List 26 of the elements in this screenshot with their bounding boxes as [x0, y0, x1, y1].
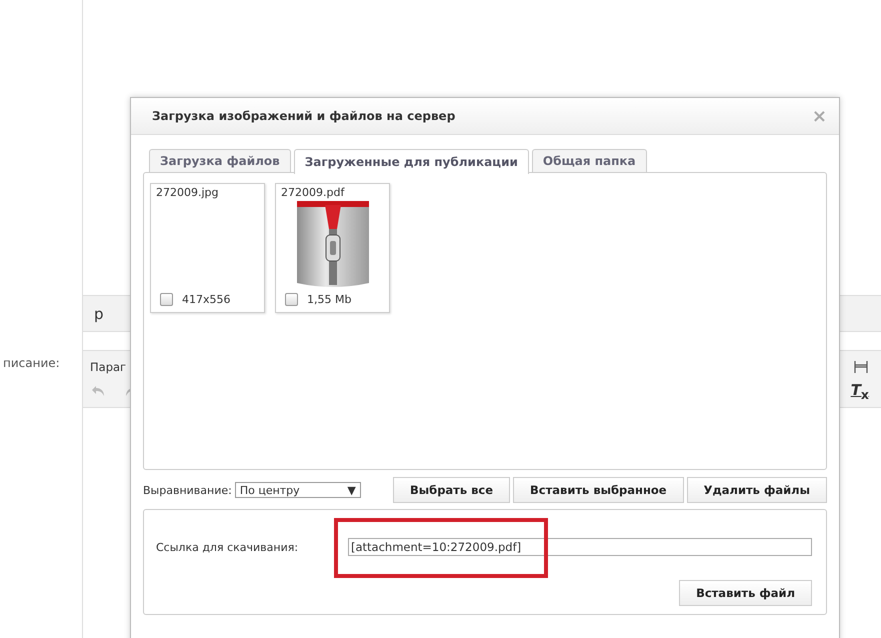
format-dropdown[interactable]: Параг [90, 360, 126, 374]
checkbox[interactable] [285, 293, 298, 306]
alignment-label: Выравнивание: [143, 484, 232, 496]
element-path: p [94, 304, 104, 322]
remove-format-icon[interactable]: T$_{x}$ [850, 380, 869, 402]
action-button[interactable]: Удалить файлы [686, 477, 827, 503]
file-info: 417x556 [182, 293, 231, 306]
field-label: писание: [3, 356, 60, 370]
checkbox[interactable] [160, 293, 173, 306]
link-label: Ссылка для скачивания: [156, 540, 300, 554]
action-button[interactable]: Вставить выбранное [513, 477, 684, 503]
link-field[interactable]: [attachment=10:272009.pdf] [348, 538, 812, 556]
insert-file-button[interactable]: Вставить файл [679, 580, 812, 606]
file-info: 1,55 Mb [307, 293, 352, 306]
alignment-select[interactable]: По центру ▼ [234, 482, 361, 498]
dialog-title: Загрузка изображений и файлов на сервер [152, 109, 456, 123]
tab[interactable]: Общая папка [532, 149, 647, 172]
file-name: 272009.pdf [281, 186, 346, 199]
horizontal-line-icon[interactable] [853, 359, 869, 375]
tab[interactable]: Загруженные для публикации [294, 149, 529, 174]
file-name: 272009.jpg [156, 186, 220, 199]
tab[interactable]: Загрузка файлов [149, 149, 291, 172]
action-button[interactable]: Выбрать все [393, 477, 510, 503]
file-card[interactable]: 272009.pdf 1,55 Mb [275, 183, 390, 313]
file-card[interactable]: 272009.jpg 417x556 [150, 183, 265, 313]
undo-icon[interactable] [91, 385, 105, 397]
